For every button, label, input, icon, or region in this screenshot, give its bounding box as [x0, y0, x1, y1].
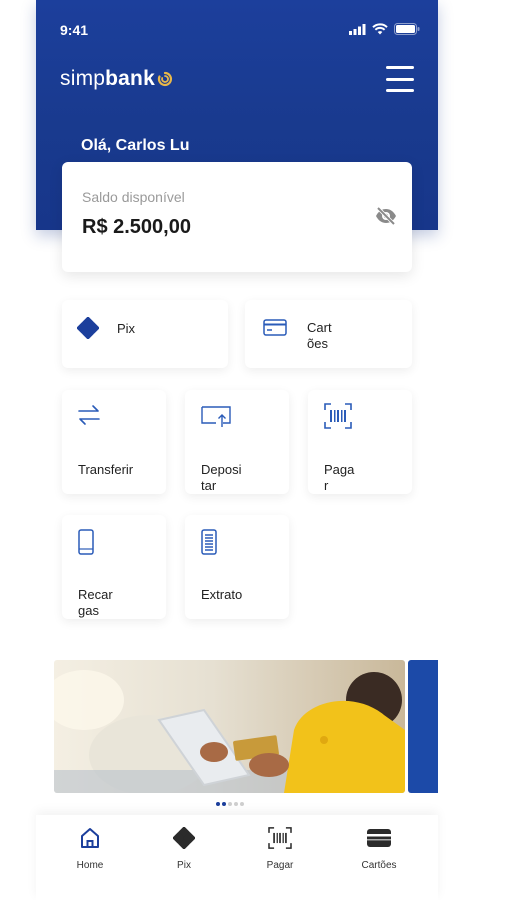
status-icons	[349, 23, 420, 35]
barcode-icon	[268, 827, 292, 849]
depositar-tile[interactable]: Depositar	[185, 390, 289, 494]
carousel-dot[interactable]	[234, 802, 238, 806]
nav-home[interactable]: Home	[50, 827, 130, 871]
cartoes-tile[interactable]: Cartões	[245, 300, 412, 368]
bottom-nav: Home Pix Pagar Cartões	[36, 815, 438, 900]
signal-icon	[349, 23, 366, 35]
menu-button[interactable]	[386, 66, 414, 92]
home-icon	[81, 828, 99, 848]
phone-icon	[78, 529, 94, 555]
carousel-indicator	[216, 802, 244, 806]
depositar-label: Depositar	[201, 462, 242, 493]
greeting-text: Olá, Carlos Lu	[81, 137, 190, 154]
statement-icon	[201, 529, 217, 555]
next-banner-preview[interactable]	[408, 660, 438, 793]
nav-cartoes[interactable]: Cartões	[339, 827, 419, 871]
deposit-icon	[201, 406, 231, 427]
transfer-icon	[78, 405, 100, 425]
recargas-label: Recargas	[78, 587, 113, 618]
status-time: 9:41	[60, 22, 89, 38]
nav-home-label: Home	[76, 860, 104, 871]
nav-pagar-label: Pagar	[266, 860, 294, 871]
carousel-dot[interactable]	[216, 802, 220, 806]
wifi-icon	[372, 23, 388, 35]
recargas-tile[interactable]: Recargas	[62, 515, 166, 619]
menu-line	[386, 89, 414, 92]
pagar-label: Pagar	[324, 462, 355, 493]
nav-pagar[interactable]: Pagar	[240, 827, 320, 871]
balance-card: Saldo disponível R$ 2.500,00	[62, 162, 412, 272]
barcode-icon	[324, 403, 352, 429]
card-icon	[263, 319, 287, 336]
carousel-dot[interactable]	[228, 802, 232, 806]
cartoes-label: Cartões	[307, 320, 332, 351]
nav-pix[interactable]: Pix	[144, 826, 224, 871]
extrato-tile[interactable]: Extrato	[185, 515, 289, 619]
logo-text-bold: bank	[105, 67, 155, 90]
pix-icon	[77, 317, 99, 339]
app-logo: simp bank	[60, 67, 173, 91]
pagar-tile[interactable]: Pagar	[308, 390, 412, 494]
nav-pix-label: Pix	[177, 860, 191, 871]
carousel-dot[interactable]	[240, 802, 244, 806]
menu-line	[386, 66, 414, 69]
menu-line	[386, 77, 414, 81]
pix-label: Pix	[117, 321, 136, 336]
wallet-icon	[367, 829, 391, 847]
extrato-label: Extrato	[201, 587, 243, 602]
carousel-dot[interactable]	[222, 802, 226, 806]
promo-banner[interactable]	[54, 660, 405, 793]
transferir-tile[interactable]: Transferir	[62, 390, 166, 494]
balance-label: Saldo disponível	[82, 189, 185, 205]
battery-icon	[394, 23, 420, 35]
hide-balance-icon[interactable]	[374, 206, 398, 226]
nav-cartoes-label: Cartões	[361, 860, 397, 871]
balance-value: R$ 2.500,00	[82, 216, 191, 238]
promo-photo	[54, 660, 405, 793]
pix-tile[interactable]: Pix	[62, 300, 228, 368]
logo-text-regular: simp	[60, 67, 106, 90]
transferir-label: Transferir	[78, 462, 134, 477]
pix-icon	[172, 826, 196, 850]
logo-swirl-icon	[157, 71, 173, 87]
